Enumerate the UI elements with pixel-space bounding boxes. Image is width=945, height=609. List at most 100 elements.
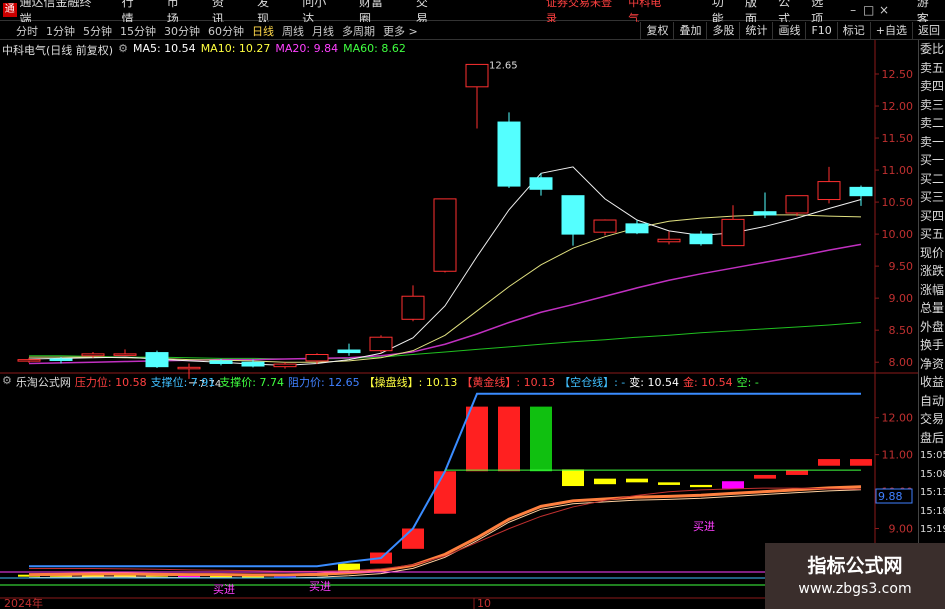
close-button[interactable]: × [876,3,891,17]
legend-empty-line: 【空仓线】: - [559,376,626,389]
indicator-bar [562,469,584,487]
current-value-label: 9.88 [878,490,903,503]
ma20-value: MA20: 9.84 [275,42,339,55]
quote-side-panel: 委比 卖五 卖四 卖三 卖二 卖一 买一 买二 买三 买四 买五 现价 涨跌 涨幅 总量 外盘 换手 净资 收益 自动… [918,40,945,609]
legend-operate-line: 【操盘线】: 10.13 [363,376,458,389]
stats-button[interactable]: 统计 [739,21,772,40]
side-panel-item[interactable]: 15:08 [919,466,945,485]
legend-gold: 金: 10.54 [682,376,733,389]
candle-body [561,195,585,235]
side-panel-item[interactable]: 换手 [919,336,945,355]
watermark-banner: 指标公式网 www.zbgs3.com [765,543,945,609]
overlay-button[interactable]: 叠加 [673,21,706,40]
buy-signal-label: 买进 [213,583,235,596]
settings-icon[interactable]: ⚙ [118,42,128,56]
side-panel-item[interactable]: 自动 [919,392,945,411]
candle-body [785,195,809,214]
candle-body [625,223,649,234]
side-panel-item[interactable]: 卖一 [919,133,945,152]
side-panel-item[interactable]: 买一 [919,151,945,170]
main-y-tick-label: 10.50 [882,196,914,209]
indicator-bar [626,478,648,483]
candle-body [401,295,425,320]
period-30min[interactable]: 30分钟 [160,23,204,39]
side-panel-item[interactable]: 卖四 [919,77,945,96]
legend-empty: 空: - [736,376,759,389]
side-panel-item[interactable]: 外盘 [919,318,945,337]
x-label-year: 2024年 [4,596,43,609]
draw-line-button[interactable]: 画线 [772,21,805,40]
indicator-bar [690,484,712,488]
period-weekly[interactable]: 周线 [278,23,308,39]
candle-body [849,186,873,197]
ind-y-tick-label: 9.00 [889,523,914,536]
side-panel-item[interactable]: 盘后 [919,429,945,448]
watermark-url: www.zbgs3.com [798,581,912,597]
candle-body [241,361,265,367]
candle-body [529,177,553,190]
side-panel-item[interactable]: 卖二 [919,114,945,133]
period-1min[interactable]: 1分钟 [42,23,79,39]
side-panel-item[interactable]: 买四 [919,207,945,226]
side-panel-item[interactable]: 现价 [919,244,945,263]
indicator-bar [850,459,872,466]
candle-body [177,366,201,370]
kline-chart[interactable]: 12.657.74 买进 买进买进 12.5012.0011.5011.0010.… [0,40,918,609]
side-panel-item[interactable]: 总量 [919,299,945,318]
period-daily[interactable]: 日线 [248,23,278,39]
indicator-bar [402,528,424,549]
side-panel-item[interactable]: 卖三 [919,96,945,115]
side-panel-item[interactable]: 15:19 [919,521,945,540]
f10-button[interactable]: F10 [805,21,836,40]
add-watchlist-button[interactable]: +自选 [869,21,912,40]
indicator-legend: ⚙ 乐淘公式网 压力位: 10.58 支撑位: 7.91 支撑价: 7.74 阻… [2,374,763,389]
buy-signal-label: 买进 [309,580,331,593]
side-panel-item[interactable]: 净资 [919,355,945,374]
candle-body [17,359,41,362]
main-y-tick-label: 9.00 [889,292,914,305]
multi-stock-button[interactable]: 多股 [706,21,739,40]
settings-icon[interactable]: ⚙ [2,374,12,388]
side-panel-item[interactable]: 买二 [919,170,945,189]
side-panel-item[interactable]: 涨跌 [919,262,945,281]
candle-body [721,218,745,247]
back-button[interactable]: 返回 [912,21,945,40]
high-price-label: 12.65 [489,60,518,71]
ma60-value: MA60: 8.62 [343,42,406,55]
side-panel-item[interactable]: 买三 [919,188,945,207]
side-panel-item[interactable]: 涨幅 [919,281,945,300]
side-panel-item[interactable]: 买五 [919,225,945,244]
maximize-button[interactable]: □ [861,3,876,17]
adjust-button[interactable]: 复权 [640,21,673,40]
candle-body [369,336,393,352]
period-multi[interactable]: 多周期 [338,23,379,39]
candle-body [113,353,137,356]
candle-body [753,211,777,216]
legend-gold-line: 【黄金线】: 10.13 [461,376,556,389]
period-monthly[interactable]: 月线 [308,23,338,39]
side-panel-item[interactable]: 卖五 [919,59,945,78]
period-60min[interactable]: 60分钟 [204,23,248,39]
side-panel-item[interactable]: 15:05 [919,447,945,466]
app-logo-icon: 通 [3,3,17,17]
indicator-bar [434,471,456,514]
menu-bar: 通 通达信金融终端 行情 市场 资讯 发现 问小达 财富圈 交易 证券交易未登录… [0,0,945,26]
side-panel-item[interactable]: 委比 [919,40,945,59]
side-panel-item[interactable]: 收益 [919,373,945,392]
ma10-value: MA10: 10.27 [200,42,271,55]
main-y-tick-label: 12.50 [882,68,914,81]
indicator-name[interactable]: 乐淘公式网 [16,374,71,389]
period-intraday[interactable]: 分时 [0,23,42,39]
side-panel-item[interactable]: 15:13 [919,484,945,503]
side-panel-item[interactable]: 15:18 [919,503,945,522]
legend-support-price: 支撑价: 7.74 [219,376,284,389]
side-panel-item[interactable]: 交易 [919,410,945,429]
indicator-bar [498,406,520,472]
candle-body [209,360,233,364]
main-y-tick-label: 11.00 [882,164,914,177]
period-15min[interactable]: 15分钟 [116,23,160,39]
period-more[interactable]: 更多 > [379,23,422,39]
period-5min[interactable]: 5分钟 [79,23,116,39]
minimize-button[interactable]: – [845,3,860,17]
mark-button[interactable]: 标记 [836,21,870,40]
